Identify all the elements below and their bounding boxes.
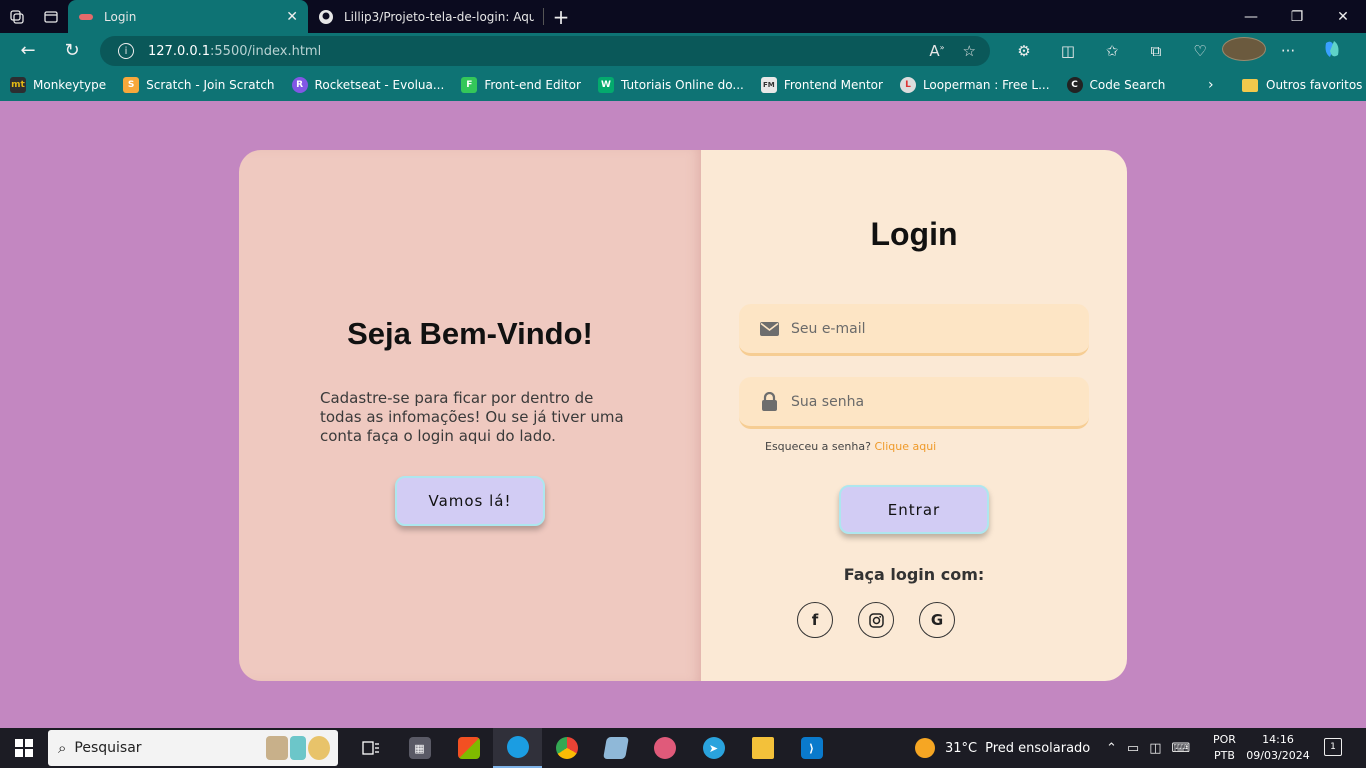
weather-widget[interactable]: 31°C Pred ensolarado: [915, 728, 1090, 768]
monkeytype-icon: mt: [10, 77, 26, 93]
bookmark-scratch[interactable]: S Scratch - Join Scratch: [123, 77, 275, 93]
windows-start-icon[interactable]: [0, 728, 48, 768]
password-input[interactable]: [791, 393, 1061, 410]
url-text[interactable]: 127.0.0.1:5500/index.html: [148, 44, 321, 59]
login-title: Login: [870, 216, 958, 252]
instagram-icon[interactable]: [858, 602, 894, 638]
entrar-button[interactable]: Entrar: [839, 485, 989, 534]
edge-icon[interactable]: [493, 728, 542, 768]
calculator-icon[interactable]: ▦: [395, 728, 444, 768]
url-actions: A» ☆: [929, 42, 990, 60]
tray-chevron-icon[interactable]: ⌃: [1106, 741, 1117, 756]
frontend-editor-icon: F: [461, 77, 478, 93]
welcome-text: Cadastre-se para ficar por dentro de tod…: [320, 389, 624, 445]
welcome-heading: Seja Bem-Vindo!: [347, 316, 593, 351]
performance-icon[interactable]: ♡: [1178, 42, 1222, 60]
login-panel: Login Esqueceu a senha? Clique aqui Entr…: [701, 150, 1127, 681]
search-icon: ⌕: [58, 739, 67, 757]
password-field[interactable]: [739, 377, 1089, 429]
weather-sun-icon: [915, 738, 935, 758]
scratch-icon: S: [123, 77, 140, 93]
task-view-icon[interactable]: [346, 728, 395, 768]
extensions-icon[interactable]: ⚙: [1002, 42, 1046, 60]
bookmarks-bar: mt Monkeytype S Scratch - Join Scratch R…: [0, 69, 1366, 101]
bookmark-rocketseat[interactable]: R Rocketseat - Evolua...: [291, 77, 444, 93]
forgot-password-link[interactable]: Clique aqui: [874, 440, 936, 453]
workspaces-icon[interactable]: [0, 0, 34, 33]
rocketseat-icon: R: [291, 77, 308, 93]
favorite-star-icon[interactable]: ☆: [963, 42, 976, 60]
forgot-password-text: Esqueceu a senha? Clique aqui: [765, 440, 937, 453]
collections-icon[interactable]: ⧉: [1134, 42, 1178, 60]
refresh-icon[interactable]: ↻: [50, 40, 94, 61]
browser-toolbar: ⚙ ◫ ✩ ⧉ ♡ ···: [1002, 33, 1354, 69]
back-icon[interactable]: ←: [6, 40, 50, 61]
site-info-icon[interactable]: i: [118, 43, 134, 59]
facebook-icon[interactable]: f: [797, 602, 833, 638]
keyboard-icon[interactable]: ⌨: [1172, 741, 1191, 756]
window-controls: — ❐ ✕: [1228, 9, 1366, 25]
file-explorer-icon[interactable]: [738, 728, 787, 768]
bookmark-frontend-editor[interactable]: F Front-end Editor: [461, 77, 581, 93]
bookmarks-overflow-chevron-icon[interactable]: ›: [1208, 77, 1214, 93]
vscode-icon[interactable]: ⟩: [787, 728, 836, 768]
clock[interactable]: 14:16 09/03/2024: [1246, 732, 1310, 764]
notifications-icon[interactable]: 1: [1324, 738, 1342, 756]
browser-tab-bar: Login ✕ Lillip3/Projeto-tela-de-login: A…: [0, 0, 1366, 33]
welcome-panel: Seja Bem-Vindo! Cadastre-se para ficar p…: [239, 150, 701, 681]
volume-icon[interactable]: ◫: [1149, 741, 1161, 756]
tab-title: Lillip3/Projeto-tela-de-login: Aqu: [344, 9, 534, 24]
bookmark-code-search[interactable]: C Code Search: [1066, 77, 1165, 93]
bookmark-looperman[interactable]: L Looperman : Free L...: [899, 77, 1050, 93]
frontend-mentor-icon: FM: [760, 77, 777, 93]
language-indicator[interactable]: POR PTB: [1213, 732, 1236, 764]
code-search-icon: C: [1066, 77, 1083, 93]
notes-app-icon[interactable]: [591, 728, 640, 768]
copilot-icon[interactable]: [1310, 39, 1354, 63]
bookmark-monkeytype[interactable]: mt Monkeytype: [10, 77, 106, 93]
close-window-icon[interactable]: ✕: [1320, 9, 1366, 25]
address-toolbar: ← ↻ i 127.0.0.1:5500/index.html A» ☆ ⚙ ◫…: [0, 33, 1366, 69]
looperman-icon: L: [899, 77, 916, 93]
profile-avatar[interactable]: [1222, 37, 1266, 65]
url-bar[interactable]: i 127.0.0.1:5500/index.html A» ☆: [100, 36, 990, 66]
login-card: Seja Bem-Vindo! Cadastre-se para ficar p…: [239, 150, 1127, 681]
read-aloud-icon[interactable]: A»: [929, 42, 944, 60]
close-tab-icon[interactable]: ✕: [286, 9, 298, 25]
tab-actions-icon[interactable]: [34, 0, 68, 33]
minimize-icon[interactable]: —: [1228, 9, 1274, 25]
email-input[interactable]: [791, 320, 1061, 337]
lock-icon: [759, 392, 779, 412]
telegram-icon[interactable]: ➤: [689, 728, 738, 768]
login-favicon-icon: [78, 9, 94, 25]
restore-icon[interactable]: ❐: [1274, 9, 1320, 25]
taskbar-search[interactable]: ⌕ Pesquisar: [48, 730, 338, 766]
social-login-title: Faça login com:: [843, 565, 985, 584]
w3schools-icon: W: [597, 77, 614, 93]
microsoft-store-icon[interactable]: [444, 728, 493, 768]
favorites-icon[interactable]: ✩: [1090, 42, 1134, 60]
tab-github[interactable]: Lillip3/Projeto-tela-de-login: Aqu: [308, 0, 544, 33]
folder-icon: [1242, 78, 1258, 92]
chrome-icon[interactable]: [542, 728, 591, 768]
network-icon[interactable]: ▭: [1127, 741, 1139, 756]
more-menu-icon[interactable]: ···: [1266, 42, 1310, 60]
new-tab-button[interactable]: +: [544, 5, 578, 29]
email-field[interactable]: [739, 304, 1089, 356]
split-screen-icon[interactable]: ◫: [1046, 42, 1090, 60]
tab-title: Login: [104, 9, 137, 24]
vamos-la-button[interactable]: Vamos lá!: [395, 476, 545, 526]
paint-icon[interactable]: [640, 728, 689, 768]
tab-login[interactable]: Login ✕: [68, 0, 308, 33]
github-icon: [318, 9, 334, 25]
search-highlight-illustration-icon: [266, 736, 330, 760]
bookmark-frontend-mentor[interactable]: FM Frontend Mentor: [760, 77, 883, 93]
google-icon[interactable]: G: [919, 602, 955, 638]
system-tray: ⌃ ▭ ◫ ⌨: [1106, 728, 1190, 768]
windows-taskbar: ⌕ Pesquisar ▦ ➤ ⟩ 31°C Pred ensolarado ⌃…: [0, 728, 1366, 768]
bookmark-w3schools[interactable]: W Tutoriais Online do...: [597, 77, 744, 93]
other-favorites-folder[interactable]: Outros favoritos: [1242, 78, 1362, 92]
envelope-icon: [759, 319, 779, 339]
